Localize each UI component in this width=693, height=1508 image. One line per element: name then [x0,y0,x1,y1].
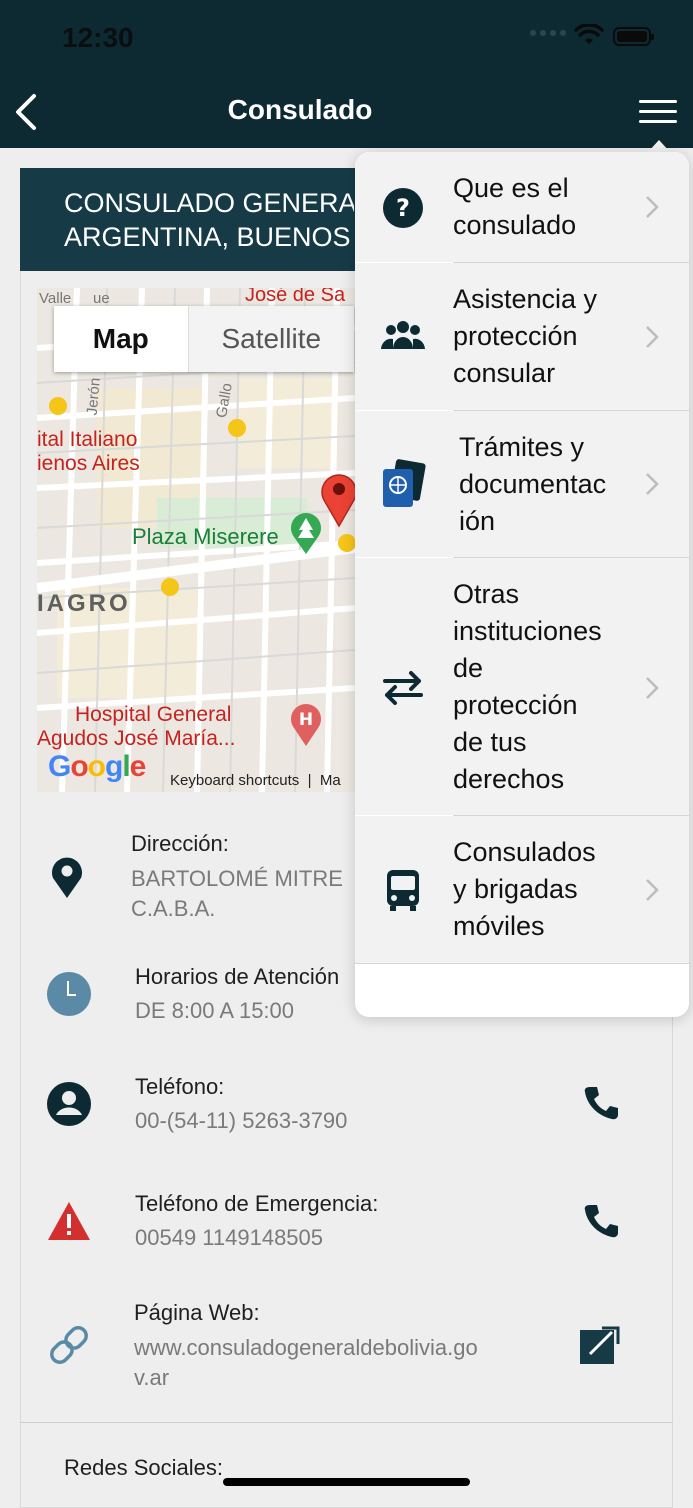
svg-text:?: ? [396,194,410,222]
svg-text:H: H [299,710,313,730]
map-tab[interactable]: Map [54,306,189,372]
menu-item-label: Que es el consulado [453,173,577,240]
telefono-value: 00-(54-11) 5263-3790 [135,1108,348,1133]
social-label: Redes Sociales: [64,1455,223,1480]
menu-item-label: Trámites y documentac ión [459,432,607,536]
web-value[interactable]: www.consuladogeneraldebolivia.go v.ar [134,1333,478,1393]
emergencia-label: Teléfono de Emergencia: [135,1191,379,1216]
chevron-right-icon [646,677,659,699]
chevron-right-icon [646,326,659,348]
menu-separator [355,963,689,964]
poi-label: Agudos José María... [37,727,236,750]
consulate-name: CONSULADO GENERAL ARGENTINA, BUENOS [64,188,354,252]
keyboard-shortcuts-link[interactable]: Keyboard shortcuts | Ma [170,772,341,789]
web-label: Página Web: [134,1300,260,1325]
dropdown-menu: ? Que es el consulado Asistencia y protecc… [355,152,689,1017]
poi-label: ital Italiano [37,428,138,451]
emergencia-value: 00549 1149148505 [135,1225,324,1250]
map-view[interactable]: Map Satellite Valle ue José de Sa Gallo … [37,288,355,792]
people-group-icon [381,321,425,349]
hospital-pin-icon: H [291,704,321,746]
nav-title: Consulado [227,94,373,125]
wifi-icon [574,24,604,44]
nav-bar: Consulado [0,80,693,148]
hamburger-menu-icon[interactable] [636,98,680,128]
menu-item-label: Asistencia y protección consular [453,284,598,388]
telefono-label: Teléfono: [135,1074,225,1099]
section-divider [20,1422,673,1423]
open-external-icon[interactable] [578,1324,620,1366]
direccion-label: Dirección: [131,831,229,856]
cellular-signal-icon [530,30,566,36]
menu-item-label: Otras instituciones de protección de tus der… [453,579,602,794]
poi-label: Plaza Miserere [132,524,279,549]
question-circle-icon: ? [383,188,423,228]
menu-item-otras[interactable]: Otras instituciones de protección de tus der… [355,558,689,815]
warning-triangle-icon [48,1202,90,1240]
status-time: 12:30 [62,22,134,53]
poi-label: Hospital General [75,703,232,726]
menu-item-que-es[interactable]: ? Que es el consulado [355,152,689,262]
street-label: ue [93,290,110,307]
map-type-tabs: Map Satellite [54,306,354,372]
street-label: Jerón [83,377,104,416]
google-logo: Google [48,750,146,783]
menu-item-tramites[interactable]: Trámites y documentac ión [355,411,689,557]
menu-item-label: Consulados y brigadas móviles [453,837,596,941]
clock-icon [47,972,91,1016]
user-circle-icon [47,1082,91,1126]
menu-item-consulados[interactable]: Consulados y brigadas móviles [355,816,689,963]
passport-icon [383,459,426,507]
poi-label: ienos Aires [37,452,140,475]
horarios-label: Horarios de Atención [135,964,340,989]
chevron-right-icon [646,473,659,495]
street-label: Valle [39,290,72,307]
home-indicator [223,1478,470,1486]
street-label: José de Sa [245,288,346,306]
area-label: IAGRO [37,590,131,617]
satellite-tab[interactable]: Satellite [189,306,354,372]
swap-arrows-icon [383,671,423,705]
phone-call-icon[interactable] [582,1084,620,1122]
battery-icon [613,27,654,46]
park-pin-icon [291,513,321,554]
location-marker-icon [321,474,355,528]
menu-caret [648,140,670,152]
direccion-value: BARTOLOMÉ MITRE C.A.B.A. [131,866,343,921]
horarios-value: DE 8:00 A 15:00 [135,998,295,1023]
link-icon [50,1326,88,1364]
emergency-phone-call-icon[interactable] [582,1202,620,1240]
bus-icon [387,870,419,911]
menu-item-asistencia[interactable]: Asistencia y protección consular [355,263,689,410]
status-bar: 12:30 [0,0,693,80]
chevron-right-icon [646,196,659,218]
location-pin-icon [52,857,82,898]
chevron-right-icon [646,879,659,901]
